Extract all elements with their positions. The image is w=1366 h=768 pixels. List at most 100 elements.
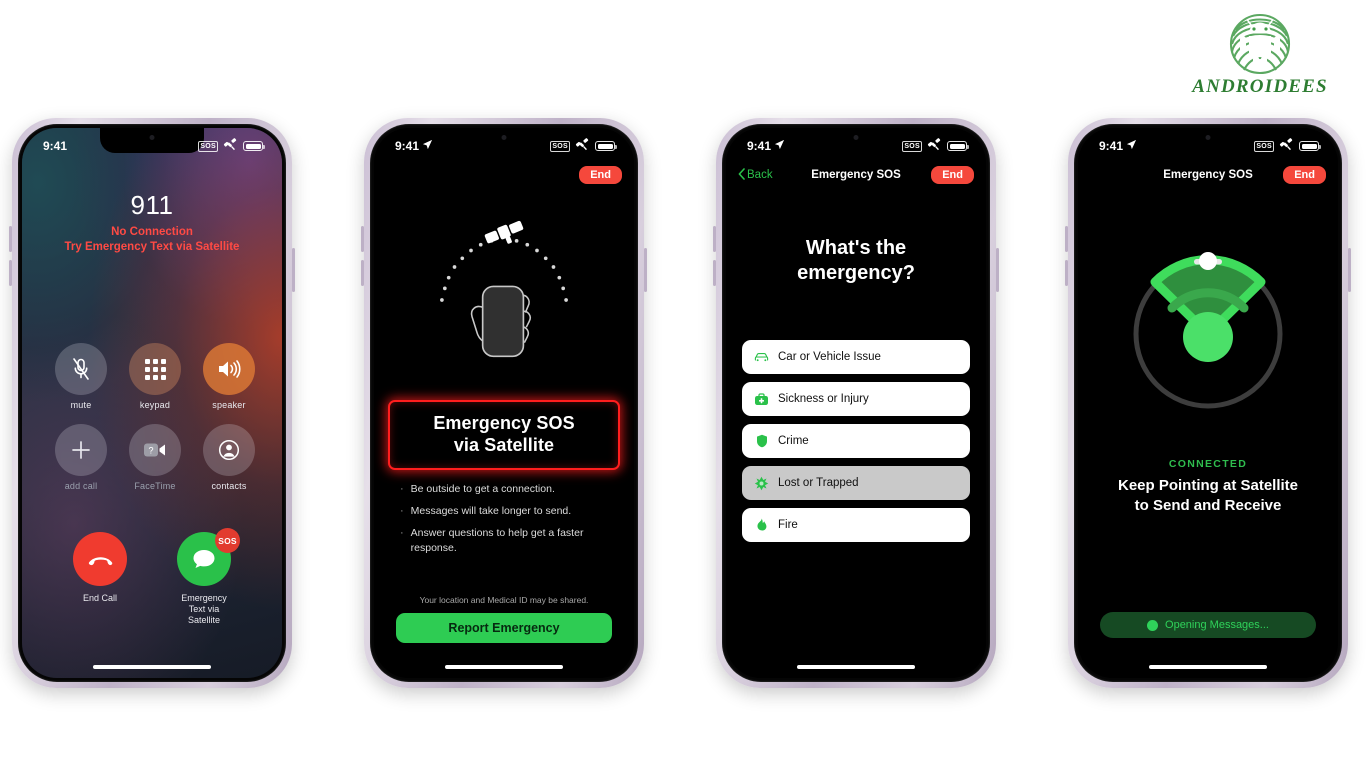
nav-bar: Back Emergency SOS End (726, 158, 986, 192)
battery-icon (947, 141, 969, 151)
option-sickness-or-injury[interactable]: Sickness or Injury (742, 382, 970, 416)
instruction-text: Keep Pointing at Satellite to Send and R… (1078, 476, 1338, 516)
status-bar: 9:41 SOS (374, 128, 634, 158)
screen-emergency-question: 9:41 SOS Back Emergency SOS End What's t… (726, 128, 986, 678)
message-bubble-icon: SOS (177, 528, 240, 586)
hand-holding-phone-pointing-at-satellite-icon (374, 200, 634, 400)
sos-title-banner: Emergency SOS via Satellite (388, 400, 620, 470)
call-controls-grid: mute keypad speaker add call ? FaceTime … (22, 343, 282, 491)
phone-mockup-sos-intro: 9:41 SOS End Emergency SOS via Satellite… (361, 118, 647, 688)
sos-title-line-2: via Satellite (453, 435, 555, 455)
sos-bullet-list: · Be outside to get a connection. · Messag… (400, 482, 616, 563)
phone-mockup-call-screen: 9:41 SOS 911 No Connection Try Emergency… (9, 118, 295, 688)
option-lost-or-trapped[interactable]: Lost or Trapped (742, 466, 970, 500)
compass-icon (754, 476, 769, 491)
volume-down-button[interactable] (713, 260, 716, 286)
screenshot-canvas: ANDROIDEES 9:41 SOS 911 No Connection Tr… (0, 0, 1366, 768)
call-control-contacts[interactable]: contacts (192, 424, 266, 491)
power-button[interactable] (644, 248, 647, 292)
status-bar: 9:41 SOS (22, 128, 282, 158)
phone-mockup-emergency-question: 9:41 SOS Back Emergency SOS End What's t… (713, 118, 999, 688)
speaker-icon (203, 343, 255, 395)
satellite-pointing-radar-icon (1078, 236, 1338, 426)
flame-icon (754, 518, 769, 533)
screen-satellite-connected: 9:41 SOS Emergency SOS End CONNECTED Kee… (1078, 128, 1338, 678)
option-crime[interactable]: Crime (742, 424, 970, 458)
instruction-line-1: Keep Pointing at Satellite (1117, 477, 1299, 494)
list-item: · Messages will take longer to send. (400, 505, 572, 517)
end-call-icon (73, 532, 127, 586)
volume-up-button[interactable] (713, 226, 716, 252)
chevron-left-icon (738, 167, 745, 183)
call-action-row: End Call SOS Emergency Text via Satellite (22, 528, 282, 626)
option-fire[interactable]: Fire (742, 508, 970, 542)
opening-messages-pill[interactable]: Opening Messages... (1100, 612, 1316, 638)
power-button[interactable] (1348, 248, 1351, 292)
instruction-line-2: to Send and Receive (1134, 497, 1282, 514)
plus-icon (55, 424, 107, 476)
volume-down-button[interactable] (1065, 260, 1068, 286)
option-label: Fire (778, 519, 798, 531)
status-bar: 9:41 SOS (1078, 128, 1338, 158)
call-control-keypad[interactable]: keypad (118, 343, 192, 410)
option-label: Crime (778, 435, 809, 447)
home-indicator[interactable] (797, 665, 915, 669)
end-call-action[interactable]: End Call (54, 532, 146, 626)
emergency-text-action[interactable]: SOS Emergency Text via Satellite (158, 528, 250, 626)
call-control-label: mute (70, 400, 92, 410)
end-button[interactable]: End (1283, 166, 1326, 184)
volume-down-button[interactable] (361, 260, 364, 286)
call-control-facetime[interactable]: ? FaceTime (118, 424, 192, 491)
end-button[interactable]: End (579, 166, 622, 184)
status-time: 9:41 (395, 139, 420, 153)
battery-icon (243, 141, 265, 151)
report-emergency-button[interactable]: Report Emergency (396, 613, 612, 643)
sos-indicator: SOS (198, 140, 218, 152)
volume-up-button[interactable] (9, 226, 12, 252)
status-time: 9:41 (43, 139, 68, 153)
screen-call: 9:41 SOS 911 No Connection Try Emergency… (22, 128, 282, 678)
end-call-label: End Call (82, 593, 118, 603)
option-label: Car or Vehicle Issue (778, 351, 881, 363)
message-bubble-icon (1147, 619, 1159, 631)
end-button[interactable]: End (931, 166, 974, 184)
keypad-icon (129, 343, 181, 395)
volume-up-button[interactable] (361, 226, 364, 252)
bullet-text: Be outside to get a connection. (410, 483, 555, 495)
back-button[interactable]: Back (738, 167, 773, 183)
power-button[interactable] (996, 248, 999, 292)
opening-messages-label: Opening Messages... (1165, 619, 1269, 631)
power-button[interactable] (292, 248, 295, 292)
brand-logo: ANDROIDEES (1180, 8, 1340, 98)
list-item: · Be outside to get a connection. (400, 483, 555, 495)
home-indicator[interactable] (1149, 665, 1267, 669)
battery-icon (1299, 141, 1321, 151)
call-control-mute[interactable]: mute (44, 343, 118, 410)
call-header: 911 No Connection Try Emergency Text via… (22, 190, 282, 255)
satellite-icon (223, 138, 238, 154)
volume-up-button[interactable] (1065, 226, 1068, 252)
share-disclaimer: Your location and Medical ID may be shar… (419, 595, 589, 605)
question-line-2: emergency? (797, 262, 915, 284)
back-label: Back (747, 169, 773, 181)
location-arrow-icon (1126, 139, 1137, 153)
status-time: 9:41 (747, 139, 772, 153)
call-status-line-1: No Connection (111, 226, 193, 238)
volume-down-button[interactable] (9, 260, 12, 286)
option-label: Lost or Trapped (778, 477, 859, 489)
home-indicator[interactable] (445, 665, 563, 669)
call-control-add-call[interactable]: add call (44, 424, 118, 491)
option-car-or-vehicle-issue[interactable]: Car or Vehicle Issue (742, 340, 970, 374)
call-control-label: FaceTime (134, 481, 176, 491)
call-control-speaker[interactable]: speaker (192, 343, 266, 410)
option-label: Sickness or Injury (778, 393, 869, 405)
svg-text:?: ? (148, 446, 153, 456)
call-control-label: add call (64, 481, 98, 491)
emergency-text-label: Emergency Text via Satellite (181, 593, 227, 625)
home-indicator[interactable] (93, 665, 211, 669)
mic-muted-icon (55, 343, 107, 395)
location-arrow-icon (422, 139, 433, 153)
list-item: · Answer questions to help get a faster r… (400, 526, 616, 556)
bullet-text: Answer questions to help get a faster re… (410, 527, 584, 554)
car-icon (754, 350, 769, 365)
